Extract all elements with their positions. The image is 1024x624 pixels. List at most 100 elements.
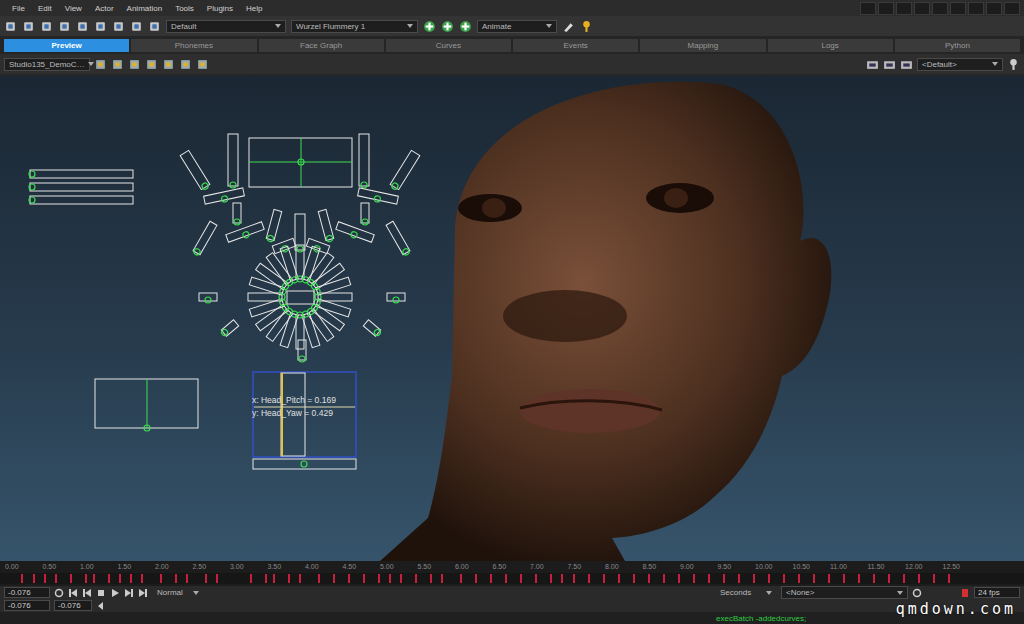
menu-item[interactable]: Animation [127, 4, 163, 13]
key-mark [318, 574, 320, 583]
view-d-icon[interactable] [145, 58, 158, 71]
time-tick: 11.00 [830, 563, 868, 570]
key-mark [348, 574, 350, 583]
menu-item[interactable]: Actor [95, 4, 114, 13]
menu-item[interactable]: Help [246, 4, 262, 13]
next-icon[interactable] [124, 588, 134, 598]
new-icon[interactable] [4, 20, 17, 33]
key-mark [723, 574, 725, 583]
main-toolbar: Default Wurzel Flummery 1 Animate [0, 16, 1024, 36]
console-command: execBatch -addedcurves; [716, 614, 806, 623]
tab[interactable]: Python [895, 39, 1020, 52]
time-tick: 10.00 [755, 563, 793, 570]
play-icon[interactable] [110, 588, 120, 598]
layout-dropdown[interactable]: Default [166, 20, 286, 33]
time-field[interactable]: -0.076 [4, 587, 50, 598]
camera-icon[interactable] [900, 58, 913, 71]
stop-icon[interactable] [96, 588, 106, 598]
grid-icon[interactable] [441, 20, 454, 33]
tab[interactable]: Face Graph [259, 39, 384, 52]
transport-bar: -0.076 Normal Seconds <None> 24 fps [0, 586, 1024, 599]
camera-icon[interactable] [883, 58, 896, 71]
rewind-icon[interactable] [68, 588, 78, 598]
range-bar: -0.076 -0.076 [0, 599, 1024, 612]
prev-icon[interactable] [82, 588, 92, 598]
fps-field[interactable]: 24 fps [974, 587, 1020, 598]
key-mark [205, 574, 207, 583]
arrow-icon[interactable] [96, 601, 106, 611]
range-end-field[interactable]: -0.076 [54, 600, 92, 611]
window-box-icon[interactable] [932, 2, 948, 15]
refresh-icon[interactable] [912, 588, 922, 598]
ffwd-icon[interactable] [138, 588, 148, 598]
menu-item[interactable]: Plugins [207, 4, 233, 13]
window-box-icon[interactable] [860, 2, 876, 15]
eraser-icon[interactable] [112, 20, 125, 33]
key-a-icon[interactable] [162, 58, 175, 71]
cloud-icon[interactable] [94, 20, 107, 33]
view-c-icon[interactable] [128, 58, 141, 71]
key-b-icon[interactable] [179, 58, 192, 71]
key-mark [460, 574, 462, 583]
key-mark [186, 574, 188, 583]
camera-dropdown[interactable]: Studio135_DemoC… [4, 58, 90, 71]
save-icon[interactable] [40, 20, 53, 33]
units-dropdown[interactable]: Seconds [715, 586, 777, 599]
camera-icon[interactable] [866, 58, 879, 71]
console-line: execBatch -addedcurves; [0, 612, 1024, 624]
window-box-icon[interactable] [968, 2, 984, 15]
open-icon[interactable] [22, 20, 35, 33]
actor-dropdown[interactable]: Wurzel Flummery 1 [291, 20, 418, 33]
window-box-icon[interactable] [1004, 2, 1020, 15]
key-icon[interactable] [580, 20, 593, 33]
key-mark [160, 574, 162, 583]
pin-icon[interactable] [1007, 58, 1020, 71]
time-tick: 8.00 [605, 563, 643, 570]
key-mark [44, 574, 46, 583]
speed-dropdown[interactable]: Normal [152, 586, 204, 599]
time-tick: 3.50 [268, 563, 306, 570]
tab[interactable]: Mapping [640, 39, 765, 52]
window-box-icon[interactable] [986, 2, 1002, 15]
time-tick: 6.50 [493, 563, 531, 570]
window-box-icon[interactable] [950, 2, 966, 15]
tab[interactable]: Curves [386, 39, 511, 52]
key-mark [55, 574, 57, 583]
brush-icon[interactable] [562, 20, 575, 33]
key-c-icon[interactable] [196, 58, 209, 71]
tab[interactable]: Events [513, 39, 638, 52]
menu-item[interactable]: Tools [175, 4, 194, 13]
timeline[interactable]: 0.000.501.001.502.002.503.003.504.004.50… [0, 561, 1024, 586]
time-tick: 9.50 [718, 563, 756, 570]
loop-icon[interactable] [54, 588, 64, 598]
window-box-icon[interactable] [878, 2, 894, 15]
key-mark [633, 574, 635, 583]
key-mark [918, 574, 920, 583]
view-b-icon[interactable] [111, 58, 124, 71]
tab[interactable]: Phonemes [131, 39, 256, 52]
record-icon[interactable] [960, 588, 970, 598]
redo-icon[interactable] [76, 20, 89, 33]
tab[interactable]: Logs [768, 39, 893, 52]
window-box-icon[interactable] [914, 2, 930, 15]
preview-viewport[interactable]: x: Head_Pitch = 0.169y: Head_Yaw = 0.429 [0, 76, 1024, 561]
animation-dropdown[interactable]: <None> [781, 586, 908, 599]
forward-icon[interactable] [148, 20, 161, 33]
tab[interactable]: Preview [4, 39, 129, 52]
key-mark [441, 574, 443, 583]
add-icon[interactable] [423, 20, 436, 33]
back-icon[interactable] [130, 20, 143, 33]
view-dropdown[interactable]: <Default> [917, 58, 1003, 71]
undo-icon[interactable] [58, 20, 71, 33]
face-controls[interactable]: x: Head_Pitch = 0.169y: Head_Yaw = 0.429 [29, 134, 420, 469]
key-mark [415, 574, 417, 583]
window-box-icon[interactable] [896, 2, 912, 15]
key-mark [813, 574, 815, 583]
view-a-icon[interactable] [94, 58, 107, 71]
menu-item[interactable]: File [12, 4, 25, 13]
nodes-icon[interactable] [459, 20, 472, 33]
menu-item[interactable]: View [65, 4, 82, 13]
menu-item[interactable]: Edit [38, 4, 52, 13]
mode-dropdown[interactable]: Animate [477, 20, 557, 33]
range-start-field[interactable]: -0.076 [4, 600, 50, 611]
